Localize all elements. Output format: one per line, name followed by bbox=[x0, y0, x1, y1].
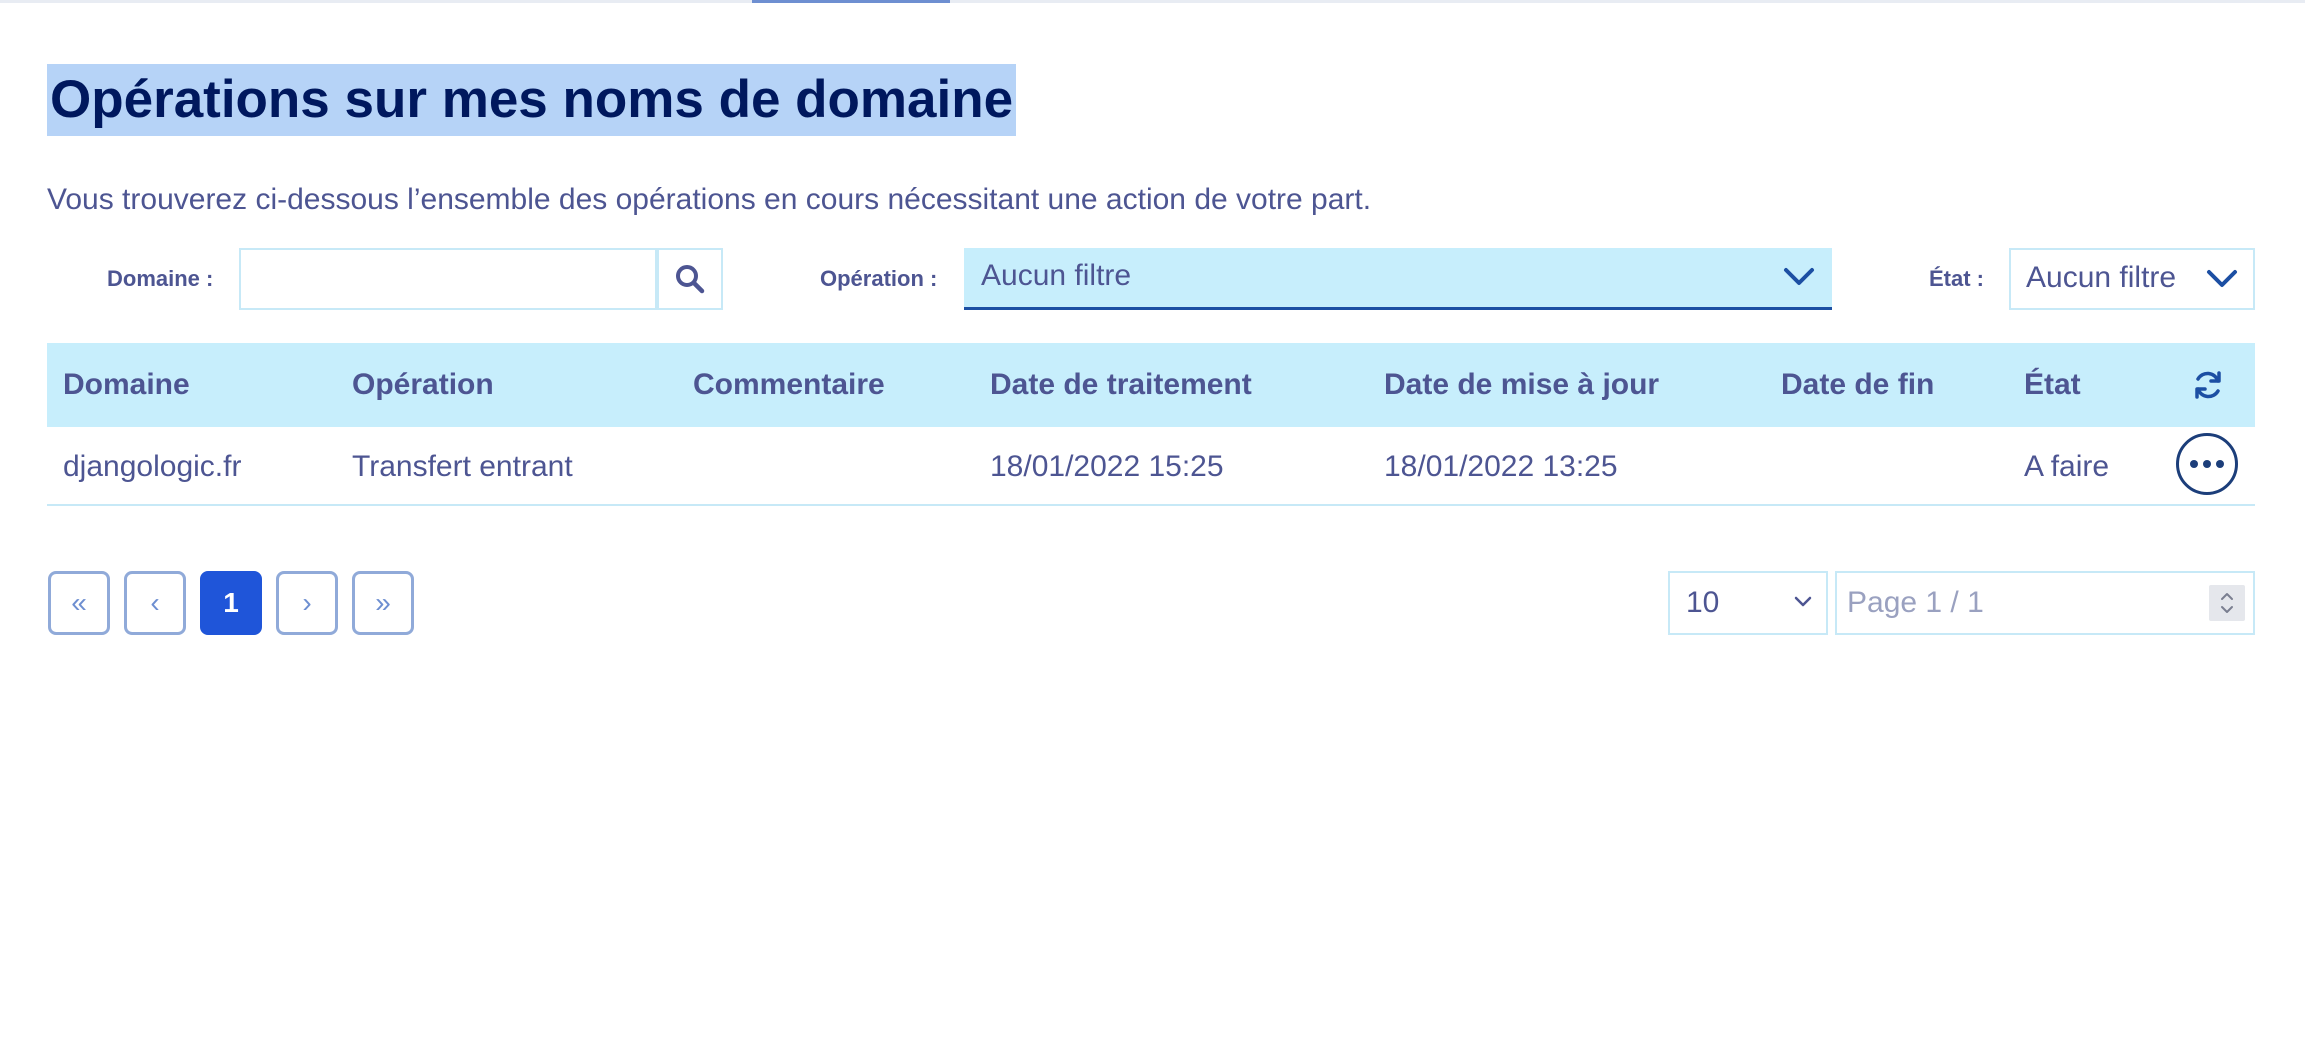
page-number-placeholder: Page 1 / 1 bbox=[1847, 586, 1984, 619]
operation-filter-select[interactable]: Aucun filtre bbox=[964, 248, 1832, 310]
state-filter-select[interactable]: Aucun filtre bbox=[2009, 248, 2255, 310]
row-divider bbox=[47, 504, 2255, 506]
page-title: Opérations sur mes noms de domaine bbox=[47, 64, 1017, 136]
column-header-domain[interactable]: Domaine bbox=[63, 343, 190, 427]
active-tab-indicator bbox=[752, 0, 950, 3]
chevron-down-icon bbox=[1784, 268, 1814, 285]
more-icon-dot bbox=[2216, 460, 2224, 468]
page-number-input[interactable]: Page 1 / 1 bbox=[1835, 571, 2255, 635]
state-filter-label: État : bbox=[1929, 266, 1984, 291]
cell-update-date: 18/01/2022 13:25 bbox=[1384, 450, 1618, 483]
page: Opérations sur mes noms de domaine Vous … bbox=[0, 0, 2305, 1051]
next-page-button[interactable]: › bbox=[276, 571, 338, 635]
column-header-processing-date[interactable]: Date de traitement bbox=[990, 343, 1252, 427]
more-icon-dot bbox=[2203, 460, 2211, 468]
search-icon bbox=[676, 265, 705, 294]
previous-page-button[interactable]: ‹ bbox=[124, 571, 186, 635]
cell-state: A faire bbox=[2024, 450, 2110, 483]
cell-operation: Transfert entrant bbox=[352, 450, 573, 483]
column-header-state[interactable]: État bbox=[2024, 343, 2081, 427]
current-page-button[interactable]: 1 bbox=[200, 571, 262, 635]
page-size-select[interactable]: 10 bbox=[1668, 571, 1828, 635]
operation-filter-label: Opération : bbox=[820, 266, 938, 291]
page-subtitle: Vous trouverez ci-dessous l’ensemble des… bbox=[47, 183, 1372, 216]
cell-domain: djangologic.fr bbox=[63, 450, 242, 483]
page-size-value: 10 bbox=[1686, 586, 1720, 619]
search-button[interactable] bbox=[657, 248, 723, 310]
refresh-icon[interactable] bbox=[2192, 369, 2224, 401]
chevron-down-icon bbox=[2207, 270, 2237, 287]
column-header-comment[interactable]: Commentaire bbox=[693, 343, 885, 427]
column-header-operation[interactable]: Opération bbox=[352, 343, 494, 427]
top-divider bbox=[0, 0, 2305, 3]
more-icon bbox=[2190, 460, 2198, 468]
spinner-arrows-icon bbox=[2221, 593, 2233, 613]
column-header-update-date[interactable]: Date de mise à jour bbox=[1384, 343, 1659, 427]
cell-processing-date: 18/01/2022 15:25 bbox=[990, 450, 1224, 483]
last-page-button[interactable]: » bbox=[352, 571, 414, 635]
column-header-end-date[interactable]: Date de fin bbox=[1781, 343, 1934, 427]
domain-filter-label: Domaine : bbox=[107, 266, 214, 291]
row-actions-button[interactable] bbox=[2176, 433, 2238, 495]
state-filter-value: Aucun filtre bbox=[2026, 261, 2177, 294]
chevron-down-icon bbox=[1794, 596, 1812, 607]
page-number-spinner[interactable] bbox=[2209, 585, 2245, 621]
first-page-button[interactable]: « bbox=[48, 571, 110, 635]
operation-filter-value: Aucun filtre bbox=[981, 259, 1132, 292]
domain-search-input[interactable] bbox=[239, 248, 657, 310]
